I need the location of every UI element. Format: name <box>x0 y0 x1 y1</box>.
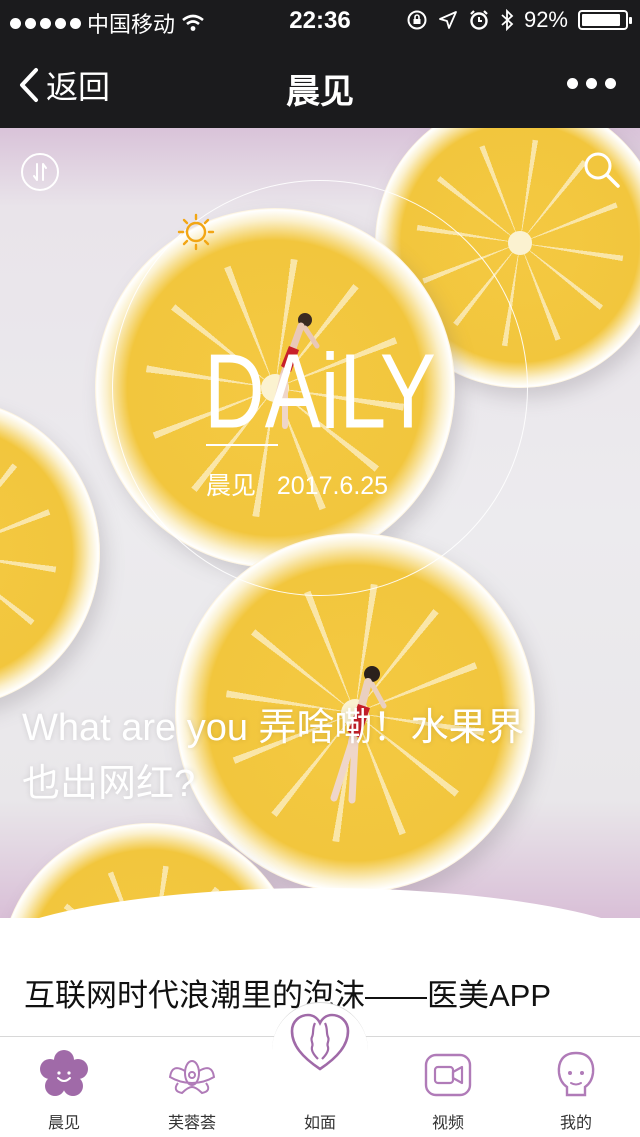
flower-face-icon <box>40 1050 88 1096</box>
center-tab-bump[interactable] <box>272 1002 368 1099</box>
logo-divider <box>206 444 278 446</box>
tab-label: 视频 <box>431 1115 464 1132</box>
battery-level-fill <box>582 14 621 26</box>
hero-banner[interactable]: DAiLY 晨见 2017.6.25 What are you 弄啥嘞！水果界 … <box>0 128 640 918</box>
tab-label: 我的 <box>559 1115 592 1132</box>
issue-name: 晨见 <box>206 472 257 500</box>
search-button[interactable] <box>582 150 622 195</box>
bluetooth-icon <box>501 9 514 31</box>
tab-video[interactable]: 视频 <box>384 1037 512 1137</box>
daily-logo-text: DAiLY <box>204 333 436 433</box>
daily-logo: DAiLY <box>204 333 436 433</box>
issue-label: 晨见 2017.6.25 <box>206 466 388 502</box>
hero-headline[interactable]: What are you 弄啥嘞！水果界 也出网红? <box>22 700 622 812</box>
search-icon <box>584 152 620 188</box>
tab-label: 芙蓉荟 <box>167 1115 216 1132</box>
battery-icon <box>578 10 632 30</box>
rotation-lock-icon <box>407 10 427 30</box>
switch-button[interactable] <box>21 153 59 191</box>
tab-chenjian[interactable]: 晨见 <box>0 1037 128 1137</box>
page-title: 晨见 <box>286 73 354 111</box>
status-icons: 92% <box>406 7 632 33</box>
location-arrow-icon <box>439 11 457 29</box>
person-icon <box>557 1051 595 1097</box>
headline-line-1: What are you 弄啥嘞！水果界 <box>22 707 525 749</box>
sun-icon <box>177 213 215 251</box>
tab-furonghui[interactable]: 芙蓉荟 <box>128 1037 256 1137</box>
issue-date: 2017.6.25 <box>276 472 389 500</box>
video-icon <box>424 1053 472 1097</box>
more-options-button[interactable] <box>567 78 616 89</box>
status-bar: 中国移动 22:36 92% <box>0 0 640 40</box>
battery-percent: 92% <box>523 7 568 32</box>
headline-line-2: 也出网红? <box>22 763 196 805</box>
lotus-icon <box>168 1060 216 1095</box>
tab-label: 晨见 <box>47 1115 80 1132</box>
navigation-bar: 返回 晨见 <box>0 40 640 128</box>
heart-faces-icon <box>290 1013 350 1071</box>
swap-arrows-icon <box>33 163 47 181</box>
alarm-icon <box>470 10 488 30</box>
tab-label: 如面 <box>303 1115 336 1132</box>
tab-mine[interactable]: 我的 <box>512 1037 640 1137</box>
